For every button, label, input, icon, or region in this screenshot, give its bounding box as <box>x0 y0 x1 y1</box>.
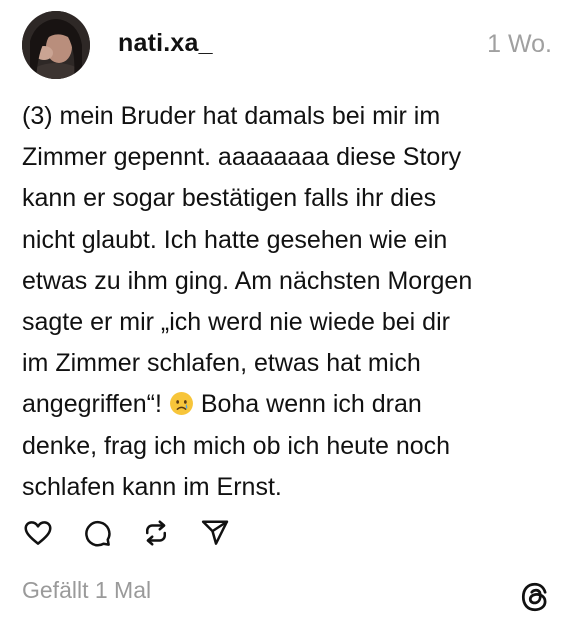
comment-icon <box>85 520 111 547</box>
like-count[interactable]: Gefällt 1 Mal <box>22 577 151 604</box>
crying-face-emoji <box>169 388 194 416</box>
threads-logo-icon <box>518 580 552 614</box>
repost-button[interactable] <box>140 517 172 549</box>
share-button[interactable] <box>199 517 231 549</box>
avatar-photo <box>22 11 90 79</box>
post-card: nati.xa_ 1 Wo. (3) mein Bruder hat damal… <box>0 0 568 633</box>
heart-icon <box>24 521 52 545</box>
share-icon <box>201 520 229 545</box>
action-bar <box>22 517 258 549</box>
post-text-part-1: (3) mein Bruder hat damals bei mir im Zi… <box>22 102 473 419</box>
avatar[interactable] <box>22 11 90 79</box>
username[interactable]: nati.xa_ <box>118 29 213 58</box>
comment-button[interactable] <box>81 517 113 549</box>
post-text: (3) mein Bruder hat damals bei mir im Zi… <box>22 96 557 508</box>
like-button[interactable] <box>22 517 54 549</box>
repost-icon <box>146 520 166 546</box>
post-timestamp: 1 Wo. <box>487 30 552 58</box>
